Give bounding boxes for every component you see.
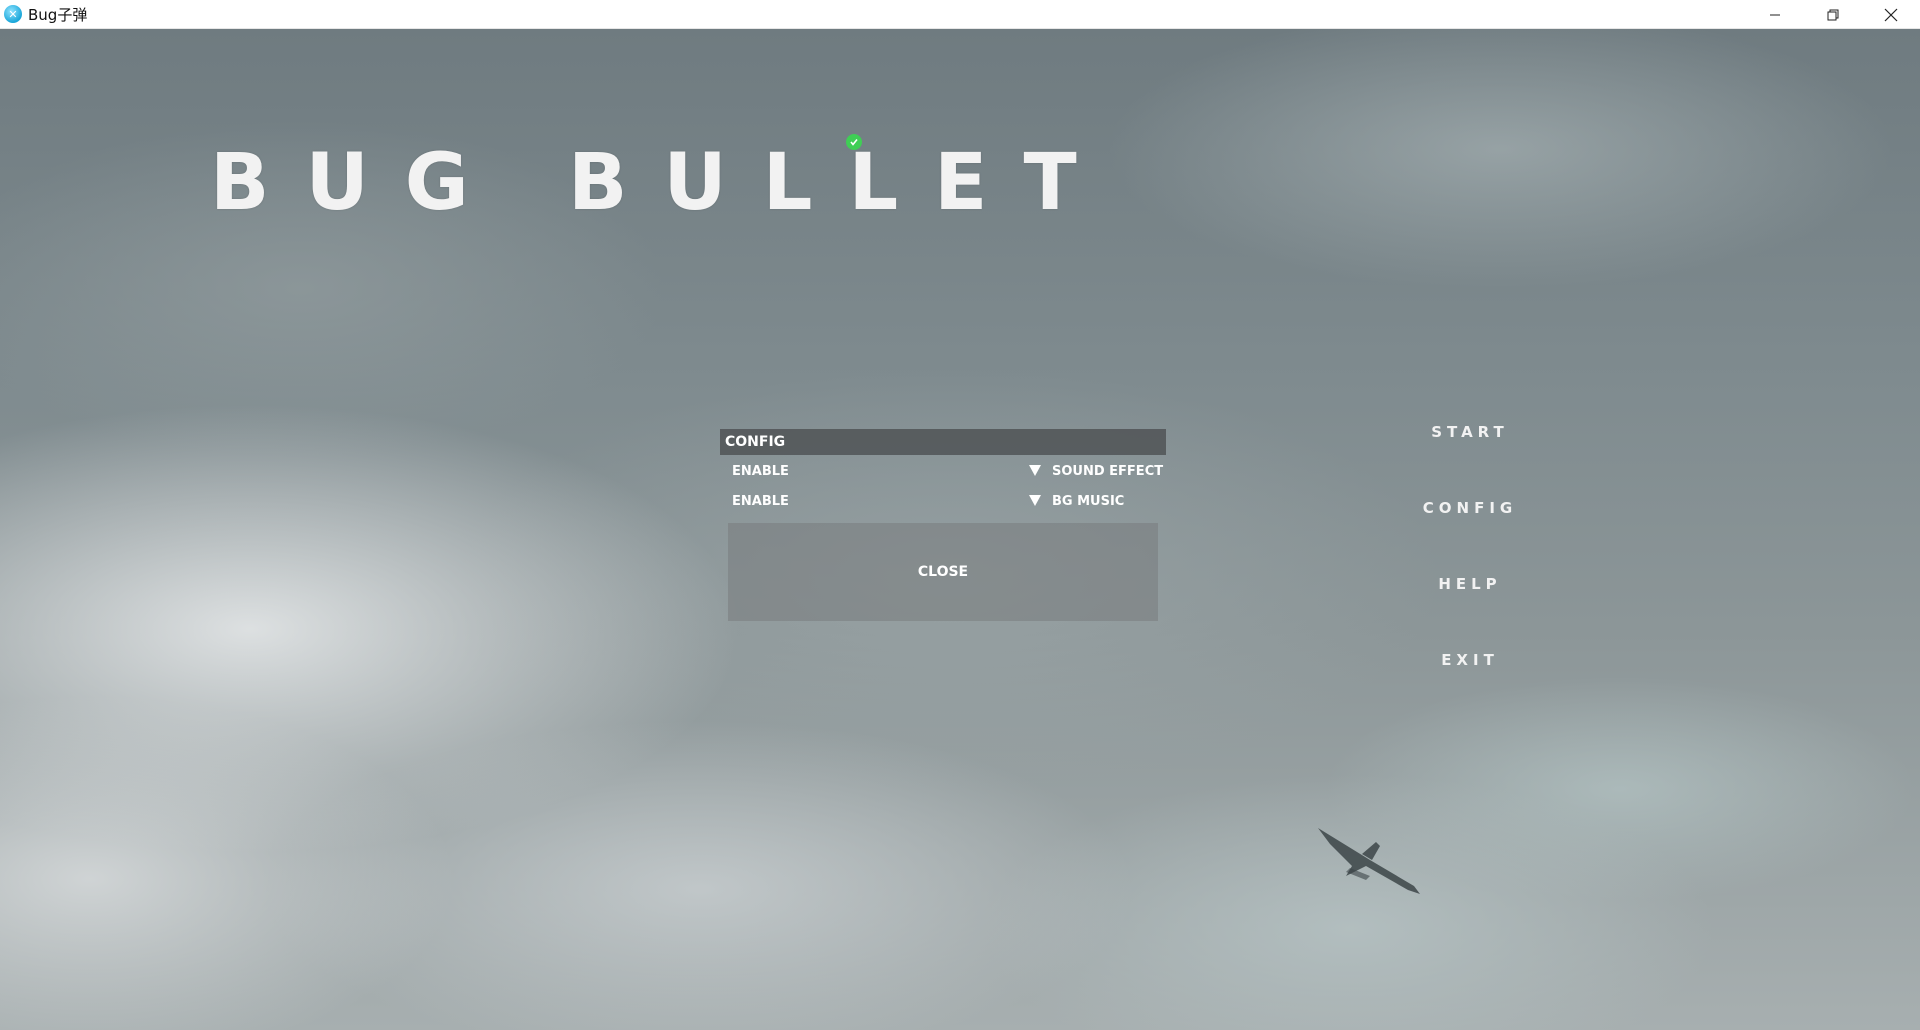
restore-button[interactable] xyxy=(1804,0,1862,29)
bg-music-label: BG MUSIC xyxy=(1052,494,1125,509)
menu-help[interactable]: HELP xyxy=(1370,575,1570,593)
close-button[interactable]: CLOSE xyxy=(728,523,1158,621)
check-icon xyxy=(846,134,862,150)
config-dialog: CONFIG ENABLE SOUND EFFECT ENABLE BG MUS… xyxy=(720,429,1166,653)
close-icon xyxy=(1884,8,1898,21)
sound-effect-label: SOUND EFFECT xyxy=(1052,464,1164,479)
dropdown-arrow-icon[interactable] xyxy=(1029,465,1041,476)
close-window-button[interactable] xyxy=(1862,0,1920,29)
sound-effect-value[interactable]: ENABLE xyxy=(732,464,789,479)
dropdown-arrow-icon[interactable] xyxy=(1029,495,1041,506)
title-bar: ✕ Bug子弹 xyxy=(0,0,1920,29)
game-window: ✕ Bug子弹 BUG BULLET CONFIG ENABLE SOUND E… xyxy=(0,0,1920,1030)
game-viewport: BUG BULLET CONFIG ENABLE SOUND EFFECT EN… xyxy=(0,29,1920,1030)
window-title: Bug子弹 xyxy=(28,5,88,24)
sound-effect-row[interactable]: ENABLE SOUND EFFECT xyxy=(720,461,1166,483)
menu-start[interactable]: START xyxy=(1370,423,1570,441)
fighter-jet-image xyxy=(1318,828,1420,894)
config-dialog-title: CONFIG xyxy=(720,429,1166,455)
bg-music-row[interactable]: ENABLE BG MUSIC xyxy=(720,491,1166,513)
menu-exit[interactable]: EXIT xyxy=(1370,651,1570,669)
minimize-icon xyxy=(1770,14,1780,15)
app-logo-icon: ✕ xyxy=(4,5,22,23)
restore-icon xyxy=(1827,9,1839,20)
game-title: BUG BULLET xyxy=(210,138,1113,228)
menu-config[interactable]: CONFIG xyxy=(1370,499,1570,517)
game-logo: BUG BULLET xyxy=(210,134,1113,228)
window-controls xyxy=(1746,0,1920,29)
minimize-button[interactable] xyxy=(1746,0,1804,29)
bg-music-value[interactable]: ENABLE xyxy=(732,494,789,509)
